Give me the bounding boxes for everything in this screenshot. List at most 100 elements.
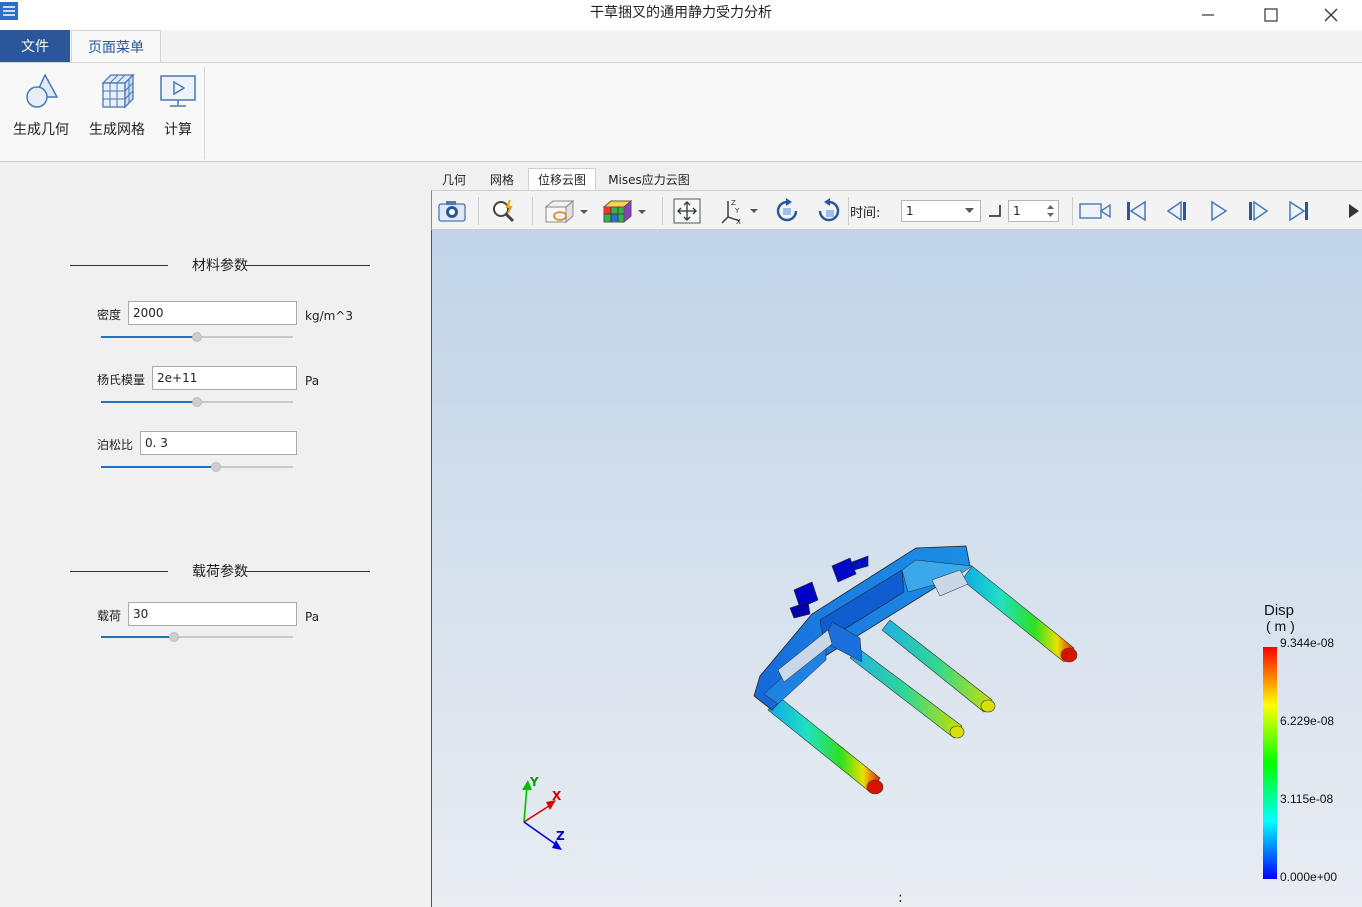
legend-unit: ( m ) xyxy=(1266,618,1295,634)
pan-button[interactable] xyxy=(672,196,702,226)
viewer-tab-bar: 几何 网格 位移云图 Mises应力云图 xyxy=(431,164,1362,190)
screenshot-button[interactable] xyxy=(437,196,467,226)
legend-value-1: 3.115e-08 xyxy=(1280,792,1334,806)
tab-page-menu[interactable]: 页面菜单 xyxy=(71,30,161,63)
ribbon-panel: 生成几何 生成网格 计算 xyxy=(0,62,1362,162)
fork-tine xyxy=(767,695,884,795)
spin-arrows-icon xyxy=(1047,205,1054,217)
load-slider[interactable] xyxy=(101,631,293,643)
prev-frame-button[interactable] xyxy=(1162,196,1192,226)
play-button[interactable] xyxy=(1203,196,1233,226)
render-canvas[interactable]: Y X Z : Disp ( m ) 9.344e-08 6.229e-08 3… xyxy=(431,230,1362,907)
density-input[interactable] xyxy=(128,301,297,325)
compute-button[interactable]: 计算 xyxy=(158,71,198,151)
fork-tine xyxy=(961,565,1078,663)
svg-text::: : xyxy=(898,890,903,906)
fork-tine xyxy=(881,619,996,713)
minimize-button[interactable] xyxy=(1177,0,1239,30)
legend-max: 9.344e-08 xyxy=(1280,636,1335,650)
record-icon xyxy=(1079,203,1111,219)
chevron-down-icon xyxy=(965,208,974,213)
tab-displacement[interactable]: 位移云图 xyxy=(528,168,596,190)
slider-handle[interactable] xyxy=(192,397,202,407)
axes-triad: Y X Z xyxy=(522,775,565,850)
svg-text:X: X xyxy=(736,218,741,225)
legend-value-2: 6.229e-08 xyxy=(1280,714,1335,728)
axis-x-label: X xyxy=(552,789,562,803)
load-section-header: 载荷参数 xyxy=(70,561,370,581)
youngs-modulus-unit: Pa xyxy=(305,374,320,388)
axis-y-label: Y xyxy=(529,775,539,789)
generate-mesh-label: 生成网格 xyxy=(89,122,145,138)
step-spinbox[interactable]: 1 xyxy=(1008,200,1059,222)
legend-title: Disp xyxy=(1264,602,1295,619)
zoom-button[interactable] xyxy=(489,196,519,226)
parameter-panel: 材料参数 密度 kg/m^3 杨氏模量 Pa 泊松比 载荷参数 载荷 Pa xyxy=(0,164,431,907)
poisson-ratio-input[interactable] xyxy=(140,431,297,455)
slider-handle[interactable] xyxy=(211,462,221,472)
view-box-dropdown[interactable] xyxy=(542,196,590,226)
poisson-ratio-label: 泊松比 xyxy=(97,438,134,452)
tab-mises-stress[interactable]: Mises应力云图 xyxy=(603,168,695,190)
density-slider[interactable] xyxy=(101,331,293,343)
colormap-cube-icon xyxy=(602,199,646,224)
divider xyxy=(245,265,370,266)
corner-icon xyxy=(989,205,1001,217)
axes-icon: ZYX xyxy=(721,199,758,225)
time-select[interactable]: 1 xyxy=(901,200,981,222)
load-input[interactable] xyxy=(128,602,297,626)
toolbar-separator xyxy=(848,197,849,225)
time-select-value: 1 xyxy=(906,204,914,218)
density-label: 密度 xyxy=(97,308,122,322)
axes-dropdown[interactable]: ZYX xyxy=(717,196,765,226)
tab-mesh[interactable]: 网格 xyxy=(483,168,521,190)
maximize-button[interactable] xyxy=(1240,0,1302,30)
rotate-cw-button[interactable] xyxy=(772,196,802,226)
next-frame-button[interactable] xyxy=(1243,196,1273,226)
close-button[interactable] xyxy=(1300,0,1362,30)
first-frame-button[interactable] xyxy=(1121,196,1151,226)
viewer-toolbar: ZYX 时间: 1 1 xyxy=(431,190,1362,230)
fork-tine xyxy=(849,647,965,739)
ribbon-separator xyxy=(204,67,205,159)
mesh-icon xyxy=(101,73,135,109)
toolbar-separator xyxy=(478,197,479,225)
model-render: Y X Z : xyxy=(522,545,1277,906)
minimize-icon xyxy=(1202,14,1214,16)
next-frame-icon xyxy=(1249,200,1269,222)
view-box-icon xyxy=(544,199,588,224)
youngs-modulus-input[interactable] xyxy=(152,366,297,390)
maximize-icon xyxy=(1264,8,1278,22)
toolbar-separator xyxy=(532,197,533,225)
load-unit: Pa xyxy=(305,610,320,624)
overflow-arrow-icon[interactable] xyxy=(1349,204,1361,218)
pan-icon xyxy=(673,198,701,224)
legend-min: 0.000e+00 xyxy=(1280,870,1338,884)
colormap-dropdown[interactable] xyxy=(600,196,648,226)
compute-icon xyxy=(160,75,196,107)
zoom-icon xyxy=(493,199,515,223)
toolbar-separator xyxy=(662,197,663,225)
youngs-modulus-label: 杨氏模量 xyxy=(97,373,146,387)
tab-file[interactable]: 文件 xyxy=(0,30,70,62)
compute-label: 计算 xyxy=(164,122,192,138)
slider-handle[interactable] xyxy=(192,332,202,342)
rotate-ccw-button[interactable] xyxy=(814,196,844,226)
camera-icon xyxy=(438,201,466,222)
ribbon-tab-bar: 文件 页面菜单 xyxy=(0,30,1362,63)
window-title: 干草捆叉的通用静力受力分析 xyxy=(590,5,772,21)
generate-mesh-button[interactable]: 生成网格 xyxy=(86,71,148,151)
slider-handle[interactable] xyxy=(169,632,179,642)
play-icon xyxy=(1211,200,1228,222)
poisson-ratio-slider[interactable] xyxy=(101,461,293,473)
svg-text:Z: Z xyxy=(731,199,736,207)
generate-geometry-button[interactable]: 生成几何 xyxy=(10,71,72,151)
record-button[interactable] xyxy=(1078,196,1112,226)
axis-z-label: Z xyxy=(556,829,565,843)
tab-geometry[interactable]: 几何 xyxy=(435,168,473,190)
rotate-ccw-icon xyxy=(818,198,840,222)
last-frame-button[interactable] xyxy=(1284,196,1314,226)
youngs-modulus-slider[interactable] xyxy=(101,396,293,408)
density-unit: kg/m^3 xyxy=(305,309,353,323)
close-icon xyxy=(1324,8,1338,22)
